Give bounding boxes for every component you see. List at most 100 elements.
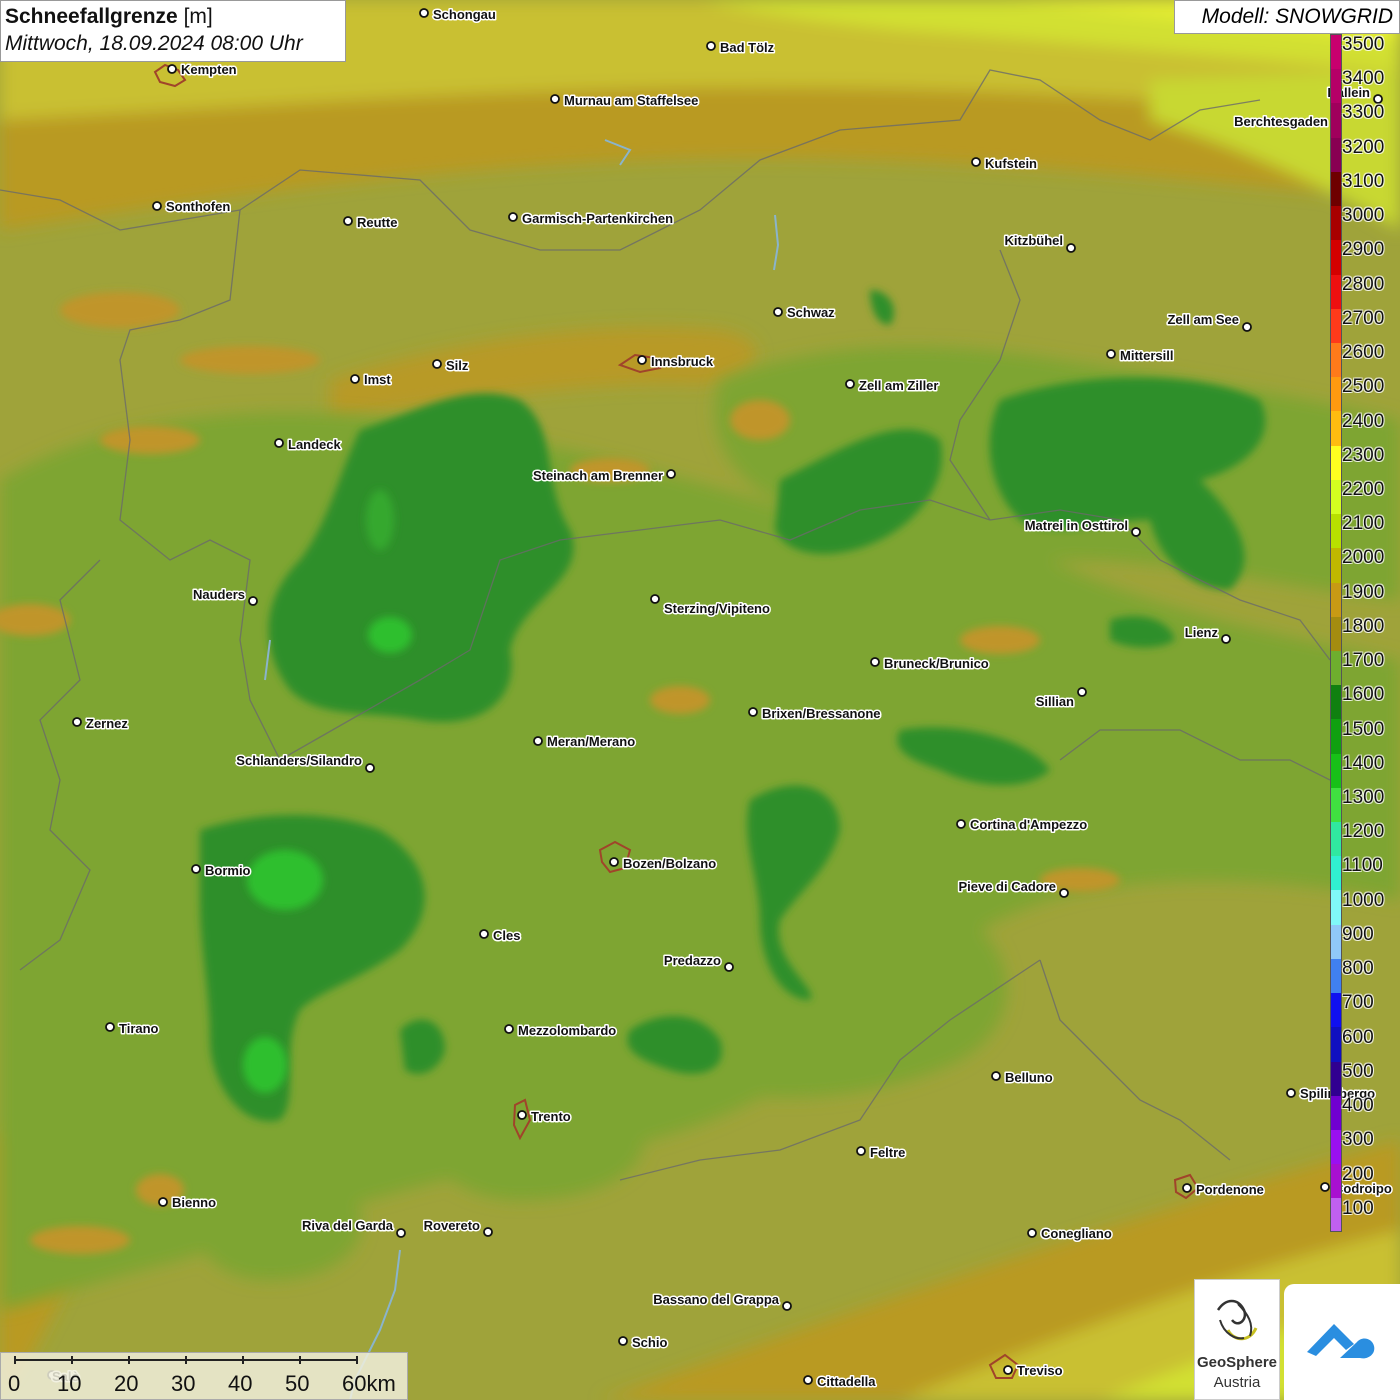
legend-label-2900: 2900 bbox=[1342, 239, 1385, 261]
snowfall-limit-map[interactable]: Schongau Kempten Bad Tölz Murnau am Staffel… bbox=[0, 0, 1400, 1400]
city-label-schio[interactable]: Schio bbox=[631, 1334, 669, 1352]
city-label-meran-merano[interactable]: Meran/Merano bbox=[546, 733, 637, 751]
city-label-bad-t-lz[interactable]: Bad Tölz bbox=[719, 39, 777, 57]
city-label-cles[interactable]: Cles bbox=[492, 927, 522, 945]
city-dot-schongau bbox=[419, 8, 429, 18]
city-dot-cittadella bbox=[803, 1375, 813, 1385]
legend-swatch-1000 bbox=[1331, 890, 1341, 925]
city-label-zell-am-see[interactable]: Zell am See bbox=[1166, 311, 1241, 329]
city-label-mezzolombardo[interactable]: Mezzolombardo bbox=[517, 1022, 618, 1040]
city-dot-schio bbox=[618, 1336, 628, 1346]
legend-swatch-2900 bbox=[1331, 240, 1341, 275]
city-label-rovereto[interactable]: Rovereto bbox=[422, 1217, 481, 1235]
city-dot-bruneck-brunico bbox=[870, 657, 880, 667]
legend-label-1800: 1800 bbox=[1342, 615, 1385, 637]
city-label-berchtesgaden[interactable]: Berchtesgaden bbox=[1233, 113, 1330, 131]
city-dot-steinach-am-brenner bbox=[666, 469, 676, 479]
city-label-feltre[interactable]: Feltre bbox=[869, 1144, 907, 1162]
city-label-sterzing-vipiteno[interactable]: Sterzing/Vipiteno bbox=[663, 600, 772, 618]
legend-swatch-2700 bbox=[1331, 308, 1341, 343]
city-dot-sterzing-vipiteno bbox=[650, 594, 660, 604]
city-label-riva-del-garda[interactable]: Riva del Garda bbox=[300, 1217, 395, 1235]
legend-label-2800: 2800 bbox=[1342, 273, 1385, 295]
legend-label-1000: 1000 bbox=[1342, 889, 1385, 911]
city-label-pieve-di-cadore[interactable]: Pieve di Cadore bbox=[957, 878, 1058, 896]
city-dot-belluno bbox=[991, 1071, 1001, 1081]
city-label-bormio[interactable]: Bormio bbox=[204, 862, 253, 880]
city-label-nauders[interactable]: Nauders bbox=[191, 586, 246, 604]
city-label-tirano[interactable]: Tirano bbox=[118, 1020, 161, 1038]
legend-swatch-2800 bbox=[1331, 274, 1341, 309]
city-dot-conegliano bbox=[1027, 1228, 1037, 1238]
city-label-schongau[interactable]: Schongau bbox=[432, 6, 498, 24]
city-label-cittadella[interactable]: Cittadella bbox=[816, 1373, 878, 1391]
city-label-kitzb-hel[interactable]: Kitzbühel bbox=[1003, 232, 1065, 250]
legend-label-1200: 1200 bbox=[1342, 821, 1385, 843]
city-dot-riva-del-garda bbox=[396, 1228, 406, 1238]
city-label-garmisch-partenkirchen[interactable]: Garmisch-Partenkirchen bbox=[521, 210, 675, 228]
title-panel: Schneefallgrenze [m] Mittwoch, 18.09.202… bbox=[0, 0, 346, 62]
legend-label-2700: 2700 bbox=[1342, 307, 1385, 329]
city-label-brixen-bressanone[interactable]: Brixen/Bressanone bbox=[761, 705, 883, 723]
color-legend: 3500 3400 3300 3200 3100 3000 2900 2800 2700 2600… bbox=[1330, 34, 1400, 1234]
city-dot-innsbruck bbox=[637, 355, 647, 365]
city-dot-landeck bbox=[274, 438, 284, 448]
city-dot-predazzo bbox=[724, 962, 734, 972]
city-dot-cortina-d-ampezzo bbox=[956, 819, 966, 829]
legend-swatch-400 bbox=[1331, 1095, 1341, 1130]
city-label-reutte[interactable]: Reutte bbox=[356, 214, 399, 232]
city-label-innsbruck[interactable]: Innsbruck bbox=[650, 353, 716, 371]
legend-swatch-2400 bbox=[1331, 411, 1341, 446]
city-dot-matrei-in-osttirol bbox=[1131, 527, 1141, 537]
city-label-imst[interactable]: Imst bbox=[363, 371, 393, 389]
scale-tick bbox=[71, 1356, 73, 1364]
city-label-cortina-d-ampezzo[interactable]: Cortina d'Ampezzo bbox=[969, 816, 1089, 834]
geosphere-logo[interactable]: GeoSphere Austria bbox=[1194, 1279, 1280, 1400]
legend-swatch-100 bbox=[1331, 1198, 1341, 1231]
city-label-schwaz[interactable]: Schwaz bbox=[786, 304, 837, 322]
legend-swatch-2000 bbox=[1331, 548, 1341, 583]
city-label-zernez[interactable]: Zernez bbox=[85, 715, 130, 733]
city-dot-pieve-di-cadore bbox=[1059, 888, 1069, 898]
city-label-mittersill[interactable]: Mittersill bbox=[1119, 347, 1175, 365]
city-label-bruneck-brunico[interactable]: Bruneck/Brunico bbox=[883, 655, 991, 673]
city-label-landeck[interactable]: Landeck bbox=[287, 436, 344, 454]
city-dot-lienz bbox=[1221, 634, 1231, 644]
legend-swatch-3400 bbox=[1331, 69, 1341, 104]
city-label-matrei-in-osttirol[interactable]: Matrei in Osttirol bbox=[1023, 517, 1129, 535]
city-label-sonthofen[interactable]: Sonthofen bbox=[165, 198, 232, 216]
city-label-bozen-bolzano[interactable]: Bozen/Bolzano bbox=[622, 855, 718, 873]
legend-swatch-3200 bbox=[1331, 137, 1341, 172]
city-label-trento[interactable]: Trento bbox=[530, 1108, 573, 1126]
city-label-pordenone[interactable]: Pordenone bbox=[1195, 1181, 1266, 1199]
city-label-kempten[interactable]: Kempten bbox=[180, 61, 239, 79]
city-label-predazzo[interactable]: Predazzo bbox=[662, 952, 722, 970]
city-label-silz[interactable]: Silz bbox=[445, 357, 471, 375]
scale-tick bbox=[14, 1356, 16, 1364]
city-label-bassano-del-grappa[interactable]: Bassano del Grappa bbox=[652, 1291, 781, 1309]
city-label-conegliano[interactable]: Conegliano bbox=[1040, 1225, 1114, 1243]
city-label-kufstein[interactable]: Kufstein bbox=[984, 155, 1039, 173]
map-title: Schneefallgrenze bbox=[5, 5, 178, 28]
city-dot-zernez bbox=[72, 717, 82, 727]
city-label-lienz[interactable]: Lienz bbox=[1183, 624, 1220, 642]
city-label-zell-am-ziller[interactable]: Zell am Ziller bbox=[858, 377, 940, 395]
city-label-schlanders-silandro[interactable]: Schlanders/Silandro bbox=[235, 752, 364, 770]
partner-logo[interactable] bbox=[1284, 1284, 1400, 1400]
city-dot-tirano bbox=[105, 1022, 115, 1032]
legend-label-3200: 3200 bbox=[1342, 136, 1385, 158]
city-dot-sillian bbox=[1077, 687, 1087, 697]
scale-tick bbox=[242, 1356, 244, 1364]
legend-swatch-300 bbox=[1331, 1130, 1341, 1165]
city-label-murnau-am-staffelsee[interactable]: Murnau am Staffelsee bbox=[563, 92, 700, 110]
city-label-sillian[interactable]: Sillian bbox=[1034, 693, 1075, 711]
city-dot-brixen-bressanone bbox=[748, 707, 758, 717]
city-label-treviso[interactable]: Treviso bbox=[1016, 1362, 1065, 1380]
map-timestamp: Mittwoch, 18.09.2024 08:00 Uhr bbox=[5, 32, 303, 55]
city-label-steinach-am-brenner[interactable]: Steinach am Brenner bbox=[531, 467, 664, 485]
legend-label-100: 100 bbox=[1342, 1197, 1374, 1219]
city-label-belluno[interactable]: Belluno bbox=[1004, 1069, 1055, 1087]
legend-label-700: 700 bbox=[1342, 992, 1374, 1014]
legend-label-2200: 2200 bbox=[1342, 478, 1385, 500]
city-label-bienno[interactable]: Bienno bbox=[171, 1194, 218, 1212]
